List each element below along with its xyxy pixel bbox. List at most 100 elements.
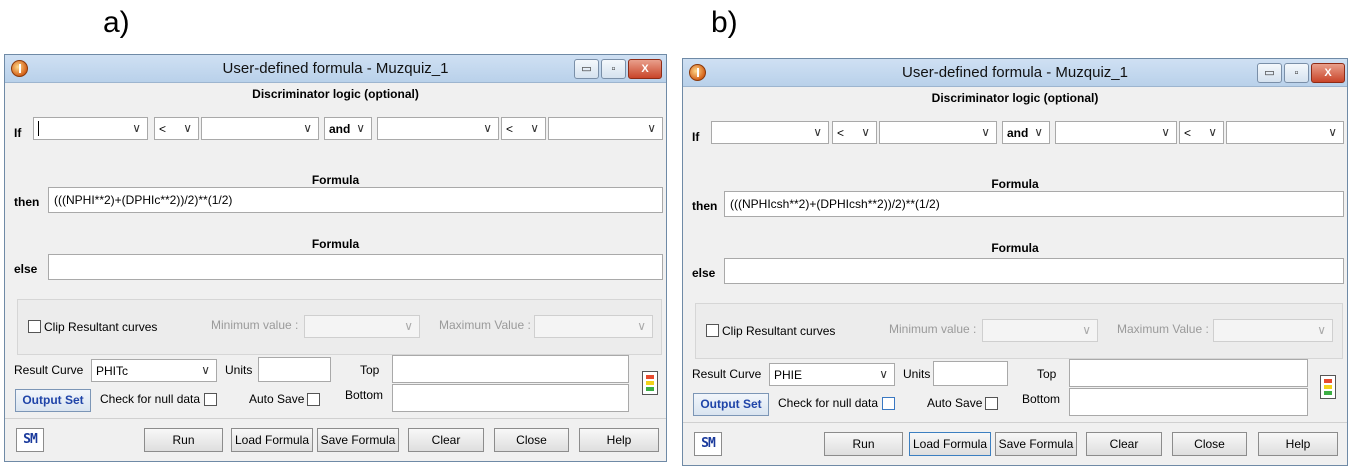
help-button[interactable]: Help [579,428,659,452]
units-input[interactable] [258,357,331,382]
chevron-down-icon: ∨ [1317,323,1326,337]
color-bar-icon[interactable] [1320,375,1336,399]
result-curve-select[interactable]: PHITc ∨ [91,359,217,382]
save-formula-button[interactable]: Save Formula [995,432,1077,456]
maximum-value-select[interactable]: ∨ [534,315,653,338]
conjunction-select[interactable]: and ∨ [1002,121,1050,144]
units-input[interactable] [933,361,1008,386]
sm-logo-icon[interactable]: SM [694,432,722,456]
chevron-down-icon: ∨ [1034,125,1043,139]
load-formula-button[interactable]: Load Formula [231,428,313,452]
then-label: then [692,199,718,213]
bottom-input[interactable] [392,384,629,412]
color-bar-icon[interactable] [642,371,658,395]
if-field-1-select[interactable]: ∨ [711,121,829,144]
auto-save-label: Auto Save [927,396,983,410]
else-formula-input[interactable] [724,258,1344,284]
clip-label: Clip Resultant curves [722,324,836,338]
bottom-label: Bottom [345,388,384,402]
if-field-3-select[interactable]: ∨ [377,117,499,140]
if-field-2-select[interactable]: ∨ [201,117,319,140]
maximize-button[interactable]: ▫ [1284,63,1309,83]
clear-button[interactable]: Clear [1086,432,1162,456]
then-label: then [14,195,40,209]
minimize-button[interactable]: ▭ [574,59,599,79]
result-curve-label: Result Curve [692,367,762,381]
bottom-label: Bottom [1022,392,1061,406]
chevron-down-icon: ∨ [530,121,539,135]
maximum-value-label: Maximum Value : [1117,322,1209,336]
else-formula-input[interactable] [48,254,663,280]
operator-2-select[interactable]: < ∨ [501,117,546,140]
close-window-button[interactable]: X [628,59,662,79]
null-data-checkbox[interactable] [882,397,895,410]
discriminator-heading: Discriminator logic (optional) [931,91,1099,105]
chevron-down-icon: ∨ [201,363,210,377]
clip-label: Clip Resultant curves [44,320,158,334]
operator-1-select[interactable]: < ∨ [154,117,199,140]
auto-save-checkbox[interactable] [307,393,320,406]
close-button[interactable]: Close [1172,432,1247,456]
title-bar[interactable]: User-defined formula - Muzquiz_1 ▭ ▫ X [5,55,666,83]
top-label: Top [360,363,380,377]
output-set-button[interactable]: Output Set [15,389,91,412]
null-data-checkbox[interactable] [204,393,217,406]
title-bar[interactable]: User-defined formula - Muzquiz_1 ▭ ▫ X [683,59,1347,87]
top-input[interactable] [392,355,629,383]
then-formula-input[interactable]: (((NPHIcsh**2)+(DPHIcsh**2))/2)**(1/2) [724,191,1344,217]
formula-dialog-b: User-defined formula - Muzquiz_1 ▭ ▫ X D… [682,58,1348,466]
chevron-down-icon: ∨ [483,121,492,135]
discriminator-heading: Discriminator logic (optional) [252,87,419,101]
if-field-4-select[interactable]: ∨ [548,117,663,140]
window-title: User-defined formula - Muzquiz_1 [902,64,1128,81]
maximize-button[interactable]: ▫ [601,59,626,79]
operator-2-select[interactable]: < ∨ [1179,121,1224,144]
conjunction-select[interactable]: and ∨ [324,117,372,140]
sm-logo-icon[interactable]: SM [16,428,44,452]
auto-save-label: Auto Save [249,392,305,406]
formula-heading-else: Formula [311,237,360,251]
if-field-3-select[interactable]: ∨ [1055,121,1177,144]
top-input[interactable] [1069,359,1308,387]
chevron-down-icon: ∨ [132,121,141,135]
run-button[interactable]: Run [824,432,903,456]
panel-letter-b: b) [711,6,738,39]
clip-checkbox[interactable] [28,320,41,333]
chevron-down-icon: ∨ [183,121,192,135]
if-field-2-select[interactable]: ∨ [879,121,997,144]
result-curve-select[interactable]: PHIE ∨ [769,363,895,386]
footer-separator [5,418,666,419]
formula-heading-then: Formula [991,177,1039,191]
else-label: else [692,266,716,280]
load-formula-button[interactable]: Load Formula [909,432,991,456]
save-formula-button[interactable]: Save Formula [317,428,399,452]
minimize-button[interactable]: ▭ [1257,63,1282,83]
panel-letter-a: a) [103,6,130,39]
maximum-value-label: Maximum Value : [439,318,531,332]
help-button[interactable]: Help [1258,432,1338,456]
minimum-value-select[interactable]: ∨ [304,315,420,338]
formula-heading-else: Formula [991,241,1039,255]
then-formula-input[interactable]: (((NPHI**2)+(DPHIc**2))/2)**(1/2) [48,187,663,213]
chevron-down-icon: ∨ [813,125,822,139]
units-label: Units [903,367,931,381]
maximum-value-select[interactable]: ∨ [1213,319,1333,342]
if-field-1-select[interactable]: ∨ [33,117,148,140]
operator-1-select[interactable]: < ∨ [832,121,877,144]
chevron-down-icon: ∨ [1161,125,1170,139]
auto-save-checkbox[interactable] [985,397,998,410]
chevron-down-icon: ∨ [356,121,365,135]
if-field-4-select[interactable]: ∨ [1226,121,1344,144]
chevron-down-icon: ∨ [1208,125,1217,139]
null-data-label: Check for null data [100,392,201,406]
close-button[interactable]: Close [494,428,569,452]
minimum-value-select[interactable]: ∨ [982,319,1098,342]
run-button[interactable]: Run [144,428,223,452]
output-set-button[interactable]: Output Set [693,393,769,416]
dialog-body: Discriminator logic (optional) If ∨ < ∨ … [683,88,1347,465]
close-window-button[interactable]: X [1311,63,1345,83]
clip-checkbox[interactable] [706,324,719,337]
chevron-down-icon: ∨ [404,319,413,333]
bottom-input[interactable] [1069,388,1308,416]
clear-button[interactable]: Clear [408,428,484,452]
